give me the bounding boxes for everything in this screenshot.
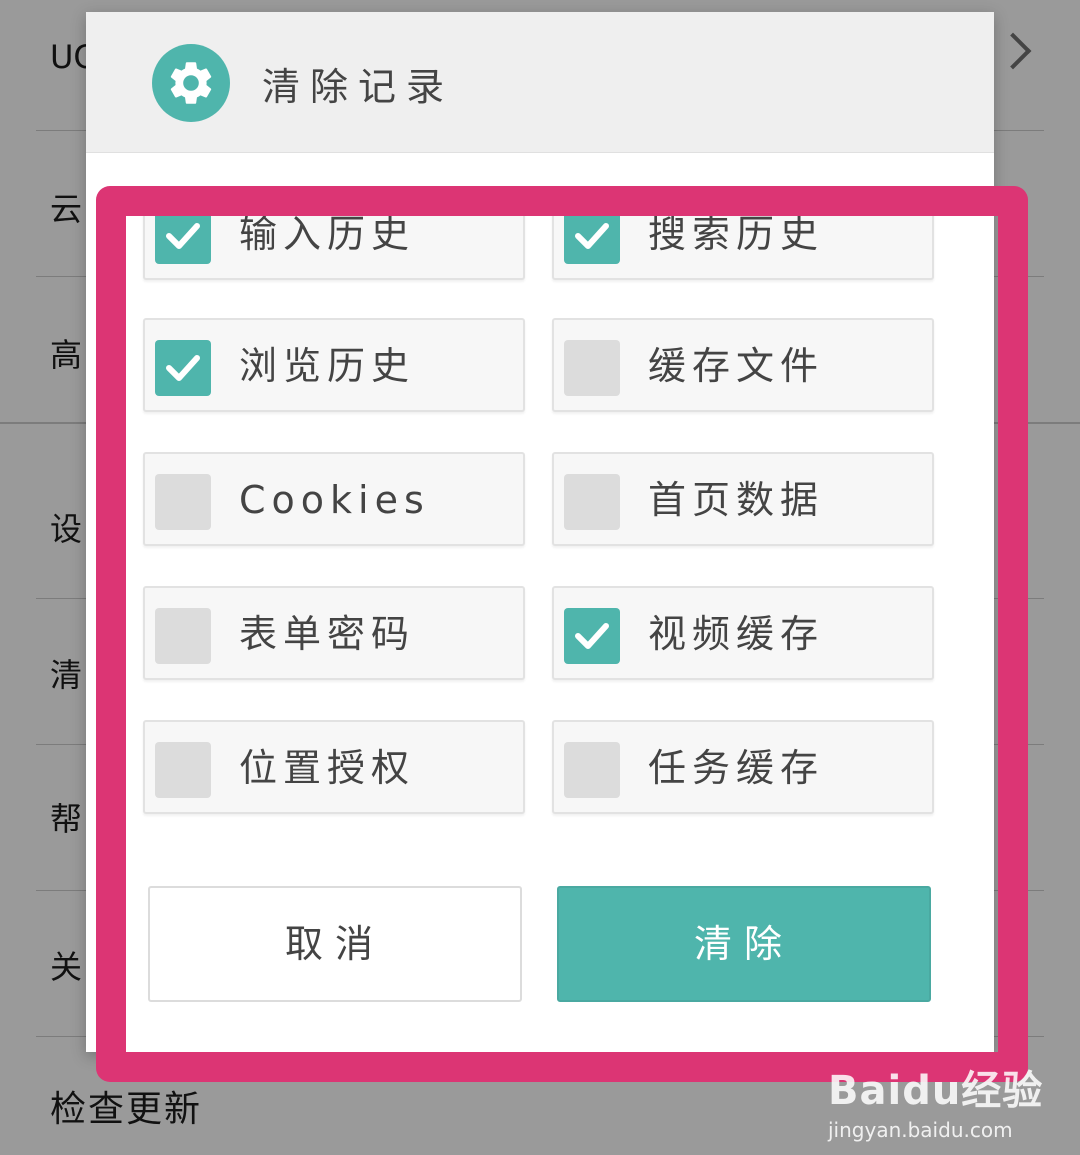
gear-icon — [152, 44, 230, 122]
check-update-item: 检查更新 — [50, 1089, 203, 1130]
highlight-box — [96, 186, 1028, 1082]
baidu-watermark: Baidu经验 jingyan.baidu.com — [828, 1058, 1043, 1142]
chevron-right-icon — [994, 32, 1032, 70]
watermark-logo: Baidu经验 — [828, 1068, 1044, 1114]
watermark-url: jingyan.baidu.com — [828, 1118, 1013, 1142]
dialog-header: 清除记录 — [86, 12, 994, 153]
dialog-title: 清除记录 — [262, 65, 455, 109]
